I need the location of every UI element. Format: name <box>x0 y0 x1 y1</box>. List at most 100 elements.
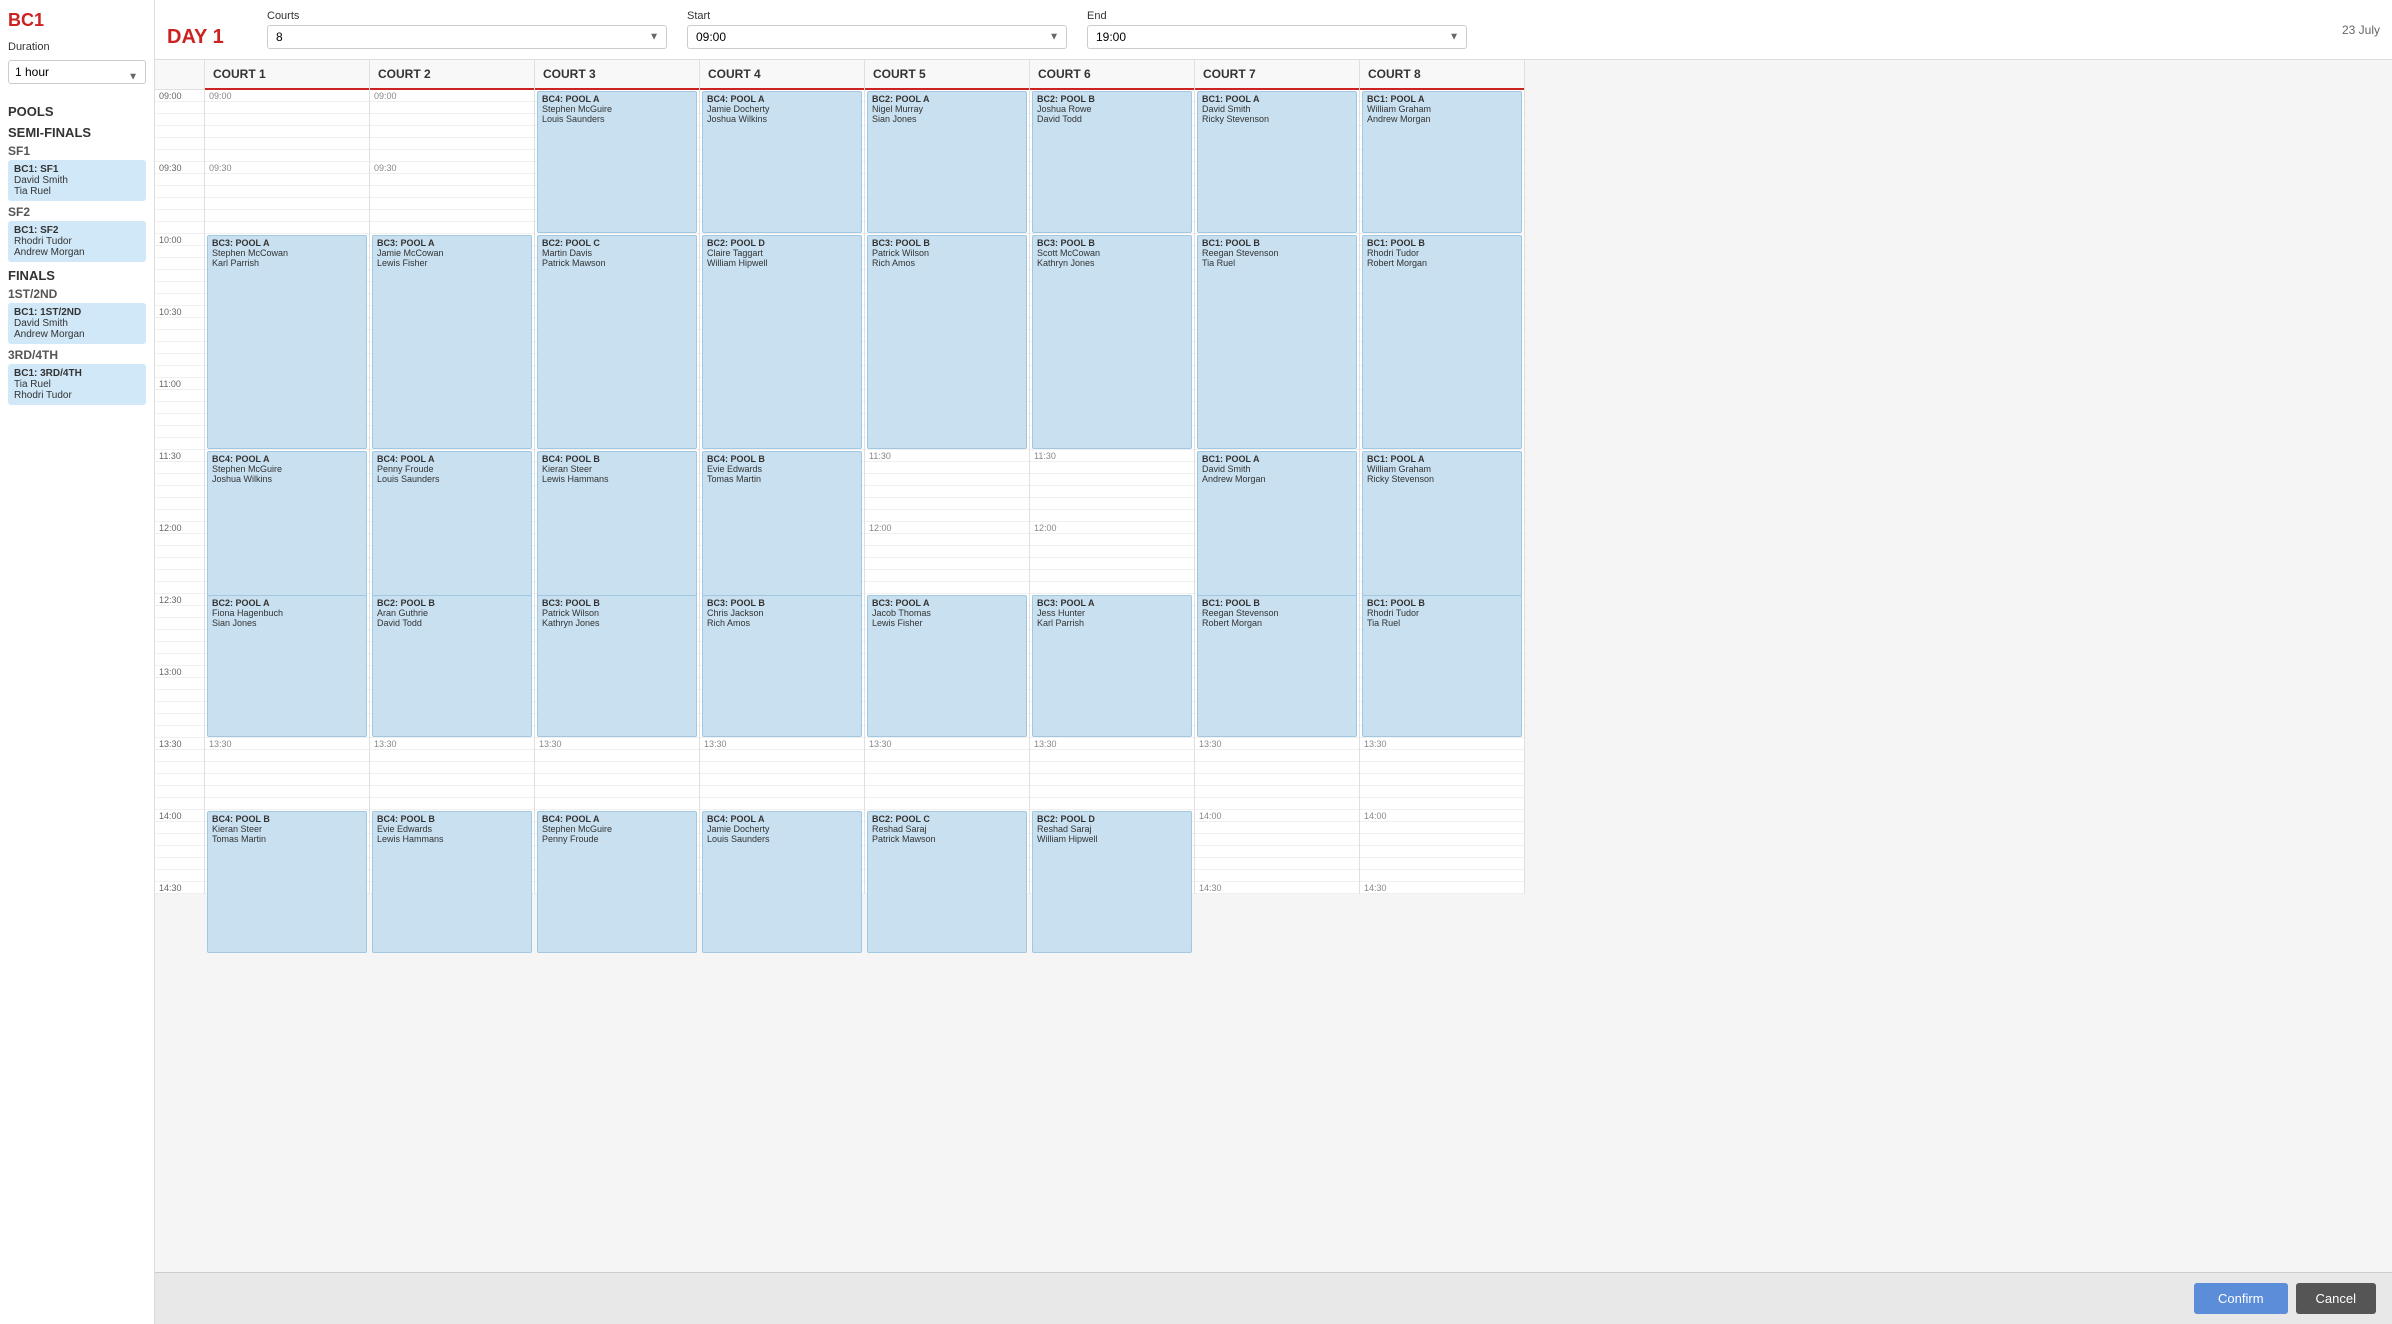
match-block[interactable]: BC3: POOL BPatrick WilsonRich Amos <box>867 235 1027 449</box>
time-row <box>1030 570 1194 582</box>
match-block[interactable]: BC2: POOL DReshad SarajWilliam Hipwell <box>1032 811 1192 953</box>
time-row <box>1030 762 1194 774</box>
bottom-bar: Confirm Cancel <box>155 1272 2392 1324</box>
time-row <box>205 786 369 798</box>
time-slot <box>155 714 204 726</box>
match-block-title: BC3: POOL A <box>872 598 1022 608</box>
time-slot <box>155 354 204 366</box>
match-block[interactable]: BC4: POOL BKieran SteerTomas Martin <box>207 811 367 953</box>
match-block-title: BC1: POOL A <box>1202 454 1352 464</box>
court-column-2: COURT 209:0009:3010:0010:3011:0011:3012:… <box>370 60 535 894</box>
cancel-button[interactable]: Cancel <box>2296 1283 2376 1314</box>
match-block[interactable]: BC3: POOL AJacob ThomasLewis Fisher <box>867 595 1027 737</box>
match-card-title: BC1: 3RD/4TH <box>14 368 140 379</box>
match-block-player: Patrick Wilson <box>872 248 1022 258</box>
match-block-player: Claire Taggart <box>707 248 857 258</box>
match-block[interactable]: BC4: POOL AStephen McGuireLouis Saunders <box>537 91 697 233</box>
match-block[interactable]: BC3: POOL AJess HunterKarl Parrish <box>1032 595 1192 737</box>
time-slot <box>155 618 204 630</box>
confirm-button[interactable]: Confirm <box>2194 1283 2288 1314</box>
match-block-title: BC4: POOL B <box>542 454 692 464</box>
sidebar-match-card[interactable]: BC1: SF1David SmithTia Ruel <box>8 160 146 201</box>
time-row <box>370 786 534 798</box>
match-block-player: Reshad Saraj <box>1037 824 1187 834</box>
start-select[interactable]: 09:00 08:00 10:00 <box>687 25 1067 49</box>
match-block-player: Andrew Morgan <box>1202 474 1352 484</box>
match-block-title: BC4: POOL A <box>542 94 692 104</box>
time-slot <box>155 174 204 186</box>
match-block[interactable]: BC2: POOL BAran GuthrieDavid Todd <box>372 595 532 737</box>
time-slot: 10:00 <box>155 234 204 246</box>
match-block[interactable]: BC2: POOL DClaire TaggartWilliam Hipwell <box>702 235 862 449</box>
match-block-player: Tia Ruel <box>1367 618 1517 628</box>
match-block-title: BC1: POOL B <box>1367 598 1517 608</box>
match-block-player: Kathryn Jones <box>1037 258 1187 268</box>
match-block[interactable]: BC1: POOL BRhodri TudorTia Ruel <box>1362 595 1522 737</box>
time-slot <box>155 366 204 378</box>
court-column-1: COURT 109:0009:3010:0010:3011:0011:3012:… <box>205 60 370 894</box>
duration-select[interactable]: 1 hour 30 minutes 1.5 hours 2 hours <box>8 60 146 84</box>
match-block[interactable]: BC4: POOL AJamie DochertyLouis Saunders <box>702 811 862 953</box>
match-card-title: BC1: SF2 <box>14 225 140 236</box>
match-block[interactable]: BC4: POOL AStephen McGuirePenny Froude <box>537 811 697 953</box>
match-block-player: Kathryn Jones <box>542 618 692 628</box>
match-block-title: BC4: POOL A <box>377 454 527 464</box>
time-slot <box>155 102 204 114</box>
match-block-title: BC3: POOL A <box>1037 598 1187 608</box>
courts-select[interactable]: 8 4 6 <box>267 25 667 49</box>
match-block-player: Kieran Steer <box>542 464 692 474</box>
match-block-player: Evie Edwards <box>377 824 527 834</box>
match-block-player: Ricky Stevenson <box>1202 114 1352 124</box>
top-controls: DAY 1 Courts 8 4 6 Start 09:00 <box>155 0 2392 60</box>
match-block[interactable]: BC4: POOL BEvie EdwardsLewis Hammans <box>372 811 532 953</box>
end-select[interactable]: 19:00 18:00 20:00 <box>1087 25 1467 49</box>
match-block[interactable]: BC3: POOL BChris JacksonRich Amos <box>702 595 862 737</box>
time-row <box>1360 870 1524 882</box>
court-slots-5: 09:0009:3010:0010:3011:0011:3012:0012:30… <box>865 90 1029 894</box>
match-block[interactable]: BC2: POOL BJoshua RoweDavid Todd <box>1032 91 1192 233</box>
time-row <box>205 774 369 786</box>
time-row <box>1360 786 1524 798</box>
match-block[interactable]: BC3: POOL BPatrick WilsonKathryn Jones <box>537 595 697 737</box>
match-block-player: Reegan Stevenson <box>1202 248 1352 258</box>
match-block[interactable]: BC2: POOL CReshad SarajPatrick Mawson <box>867 811 1027 953</box>
time-row: 09:00 <box>205 90 369 102</box>
match-block[interactable]: BC3: POOL AJamie McCowanLewis Fisher <box>372 235 532 449</box>
time-row: 13:30 <box>1030 738 1194 750</box>
match-block-title: BC4: POOL A <box>707 94 857 104</box>
match-block-player: Jacob Thomas <box>872 608 1022 618</box>
schedule-area[interactable]: 09:0009:3010:0010:3011:0011:3012:0012:30… <box>155 60 2392 1272</box>
match-block[interactable]: BC1: POOL BReegan StevensonTia Ruel <box>1197 235 1357 449</box>
schedule-grid: 09:0009:3010:0010:3011:0011:3012:0012:30… <box>155 60 2392 894</box>
match-block[interactable]: BC4: POOL AJamie DochertyJoshua Wilkins <box>702 91 862 233</box>
time-slot <box>155 786 204 798</box>
match-block-player: Louis Saunders <box>377 474 527 484</box>
match-block[interactable]: BC3: POOL BScott McCowanKathryn Jones <box>1032 235 1192 449</box>
time-row <box>1030 798 1194 810</box>
match-block[interactable]: BC3: POOL AStephen McCowanKarl Parrish <box>207 235 367 449</box>
time-row <box>865 774 1029 786</box>
match-block[interactable]: BC2: POOL ANigel MurraySian Jones <box>867 91 1027 233</box>
time-slot <box>155 330 204 342</box>
match-block[interactable]: BC2: POOL AFiona HagenbuchSian Jones <box>207 595 367 737</box>
match-block-title: BC1: POOL B <box>1202 238 1352 248</box>
sidebar-match-card[interactable]: BC1: 1ST/2NDDavid SmithAndrew Morgan <box>8 303 146 344</box>
time-row <box>370 114 534 126</box>
sidebar-match-card[interactable]: BC1: SF2Rhodri TudorAndrew Morgan <box>8 221 146 262</box>
time-row <box>865 558 1029 570</box>
match-block[interactable]: BC1: POOL BRhodri TudorRobert Morgan <box>1362 235 1522 449</box>
match-block-player: Louis Saunders <box>707 834 857 844</box>
match-block[interactable]: BC1: POOL ADavid SmithRicky Stevenson <box>1197 91 1357 233</box>
match-block-player: Chris Jackson <box>707 608 857 618</box>
match-block-player: Joshua Rowe <box>1037 104 1187 114</box>
match-block[interactable]: BC2: POOL CMartin DavisPatrick Mawson <box>537 235 697 449</box>
time-row <box>370 138 534 150</box>
match-block[interactable]: BC1: POOL BReegan StevensonRobert Morgan <box>1197 595 1357 737</box>
match-block[interactable]: BC1: POOL AWilliam GrahamAndrew Morgan <box>1362 91 1522 233</box>
time-row <box>700 798 864 810</box>
match-block-title: BC2: POOL D <box>1037 814 1187 824</box>
match-block-title: BC2: POOL A <box>212 598 362 608</box>
sidebar-match-card[interactable]: BC1: 3RD/4THTia RuelRhodri Tudor <box>8 364 146 405</box>
court-header-4: COURT 4 <box>700 60 864 90</box>
sub-section-3rd-4th: 3RD/4TH <box>8 348 146 362</box>
